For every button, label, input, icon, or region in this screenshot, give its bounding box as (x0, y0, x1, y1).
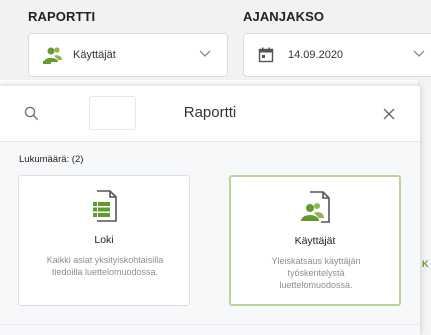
chevron-down-icon (199, 50, 211, 57)
search-icon[interactable] (24, 106, 39, 121)
card-description: Kaikki asiat yksityiskohtaisilla tiedoil… (46, 255, 164, 277)
users-icon (43, 46, 63, 69)
period-select[interactable]: 14.09.2020 (243, 33, 431, 77)
modal-header: Raportti (0, 86, 420, 142)
chevron-down-icon (413, 50, 425, 57)
report-card-loki[interactable]: Loki Kaikki asiat yksityiskohtaisilla ti… (18, 175, 190, 306)
card-title: Käyttäjät (294, 235, 336, 247)
result-count: Lukumäärä: (2) (19, 154, 84, 165)
modal-title: Raportti (183, 104, 237, 121)
period-select-value: 14.09.2020 (288, 49, 344, 61)
filter-bar: RAPORTTI AJANJAKSO Käyttäjät 14.09.2020 (0, 0, 431, 80)
background-edge-letter: K (422, 259, 429, 269)
users-document-icon (301, 191, 330, 223)
close-icon[interactable] (378, 103, 400, 125)
report-section-label: RAPORTTI (28, 9, 96, 24)
report-card-kayttajat[interactable]: Käyttäjät Yleiskatsaus käyttäjän työsken… (229, 175, 401, 306)
list-document-icon (93, 190, 117, 222)
modal-body: Lukumäärä: (2) Loki Kaikki asiat yksityi… (0, 142, 420, 335)
report-page: RAPORTTI AJANJAKSO Käyttäjät 14.09.2020 … (0, 0, 431, 335)
search-input[interactable] (89, 96, 136, 130)
report-select-value: Käyttäjät (73, 49, 116, 61)
calendar-icon (258, 47, 274, 68)
period-section-label: AJANJAKSO (243, 9, 325, 24)
card-description: Yleiskatsaus käyttäjän työskentelystä lu… (271, 256, 361, 290)
report-select[interactable]: Käyttäjät (28, 33, 228, 77)
report-modal: Raportti Lukumäärä: (2) Loki Kaikki asia… (0, 85, 420, 335)
card-title: Loki (94, 234, 114, 246)
modal-divider (0, 324, 420, 325)
